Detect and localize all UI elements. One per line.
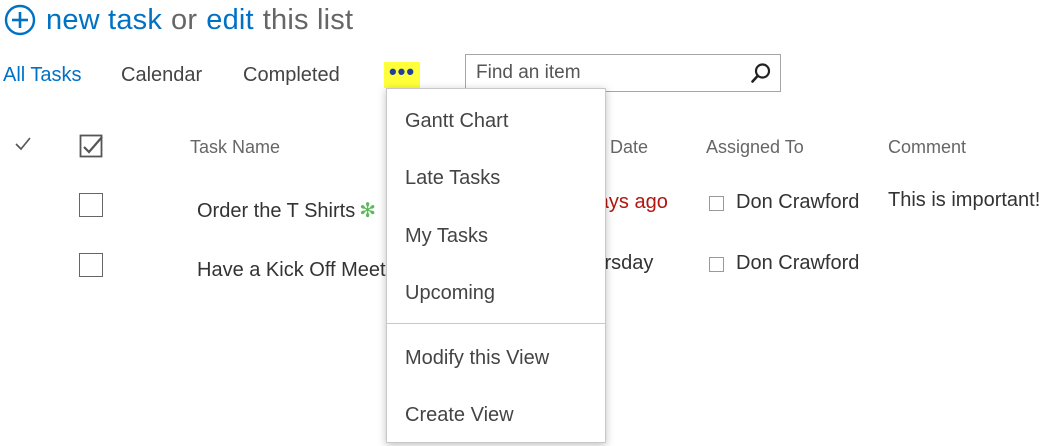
menu-item-create-view[interactable]: Create View <box>405 402 514 428</box>
menu-divider <box>387 323 605 324</box>
comment-value: This is important! <box>888 189 1041 211</box>
new-item-icon: ✻ <box>359 200 376 222</box>
menu-item-my-tasks[interactable]: My Tasks <box>405 223 488 249</box>
add-circle-icon[interactable] <box>4 4 36 36</box>
row-select-checkbox[interactable] <box>79 193 103 217</box>
column-header-comment[interactable]: Comment <box>888 136 966 158</box>
list-command-bar: new task or edit this list <box>4 2 353 38</box>
new-task-link[interactable]: new task <box>46 2 162 38</box>
assigned-to-link[interactable]: Don Crawford <box>736 250 859 276</box>
task-name-link[interactable]: Have a Kick Off Meeting <box>197 257 412 283</box>
task-name-link[interactable]: Order the T Shirts <box>197 200 355 222</box>
checkmark-icon <box>15 137 31 151</box>
search-input[interactable] <box>476 61 736 85</box>
views-dropdown-menu: Gantt Chart Late Tasks My Tasks Upcoming… <box>386 88 606 443</box>
tab-all-tasks[interactable]: All Tasks <box>3 62 82 88</box>
task-list-page: new task or edit this list All Tasks Cal… <box>0 0 1061 446</box>
more-views-button[interactable]: ••• <box>384 59 420 88</box>
presence-icon <box>709 196 724 211</box>
this-list-text: this list <box>262 4 354 36</box>
assigned-to-link[interactable]: Don Crawford <box>736 189 859 215</box>
menu-item-upcoming[interactable]: Upcoming <box>405 280 495 306</box>
or-text: or <box>171 4 198 36</box>
edit-list-link[interactable]: edit <box>206 2 254 38</box>
ellipsis-icon: ••• <box>388 59 416 84</box>
menu-item-modify-view[interactable]: Modify this View <box>405 345 549 371</box>
select-all-checkbox-icon[interactable] <box>79 134 105 160</box>
row-select-checkbox[interactable] <box>79 253 103 277</box>
tab-completed[interactable]: Completed <box>243 62 340 88</box>
column-header-assigned-to[interactable]: Assigned To <box>706 136 804 158</box>
menu-item-late-tasks[interactable]: Late Tasks <box>405 165 500 191</box>
tab-calendar[interactable]: Calendar <box>121 62 202 88</box>
column-header-task-name[interactable]: Task Name <box>190 136 280 158</box>
search-box <box>465 54 781 92</box>
search-icon[interactable] <box>750 62 772 84</box>
menu-item-gantt-chart[interactable]: Gantt Chart <box>405 108 508 134</box>
table-row-task: Order the T Shirts ✻ <box>197 198 376 224</box>
presence-icon <box>709 257 724 272</box>
